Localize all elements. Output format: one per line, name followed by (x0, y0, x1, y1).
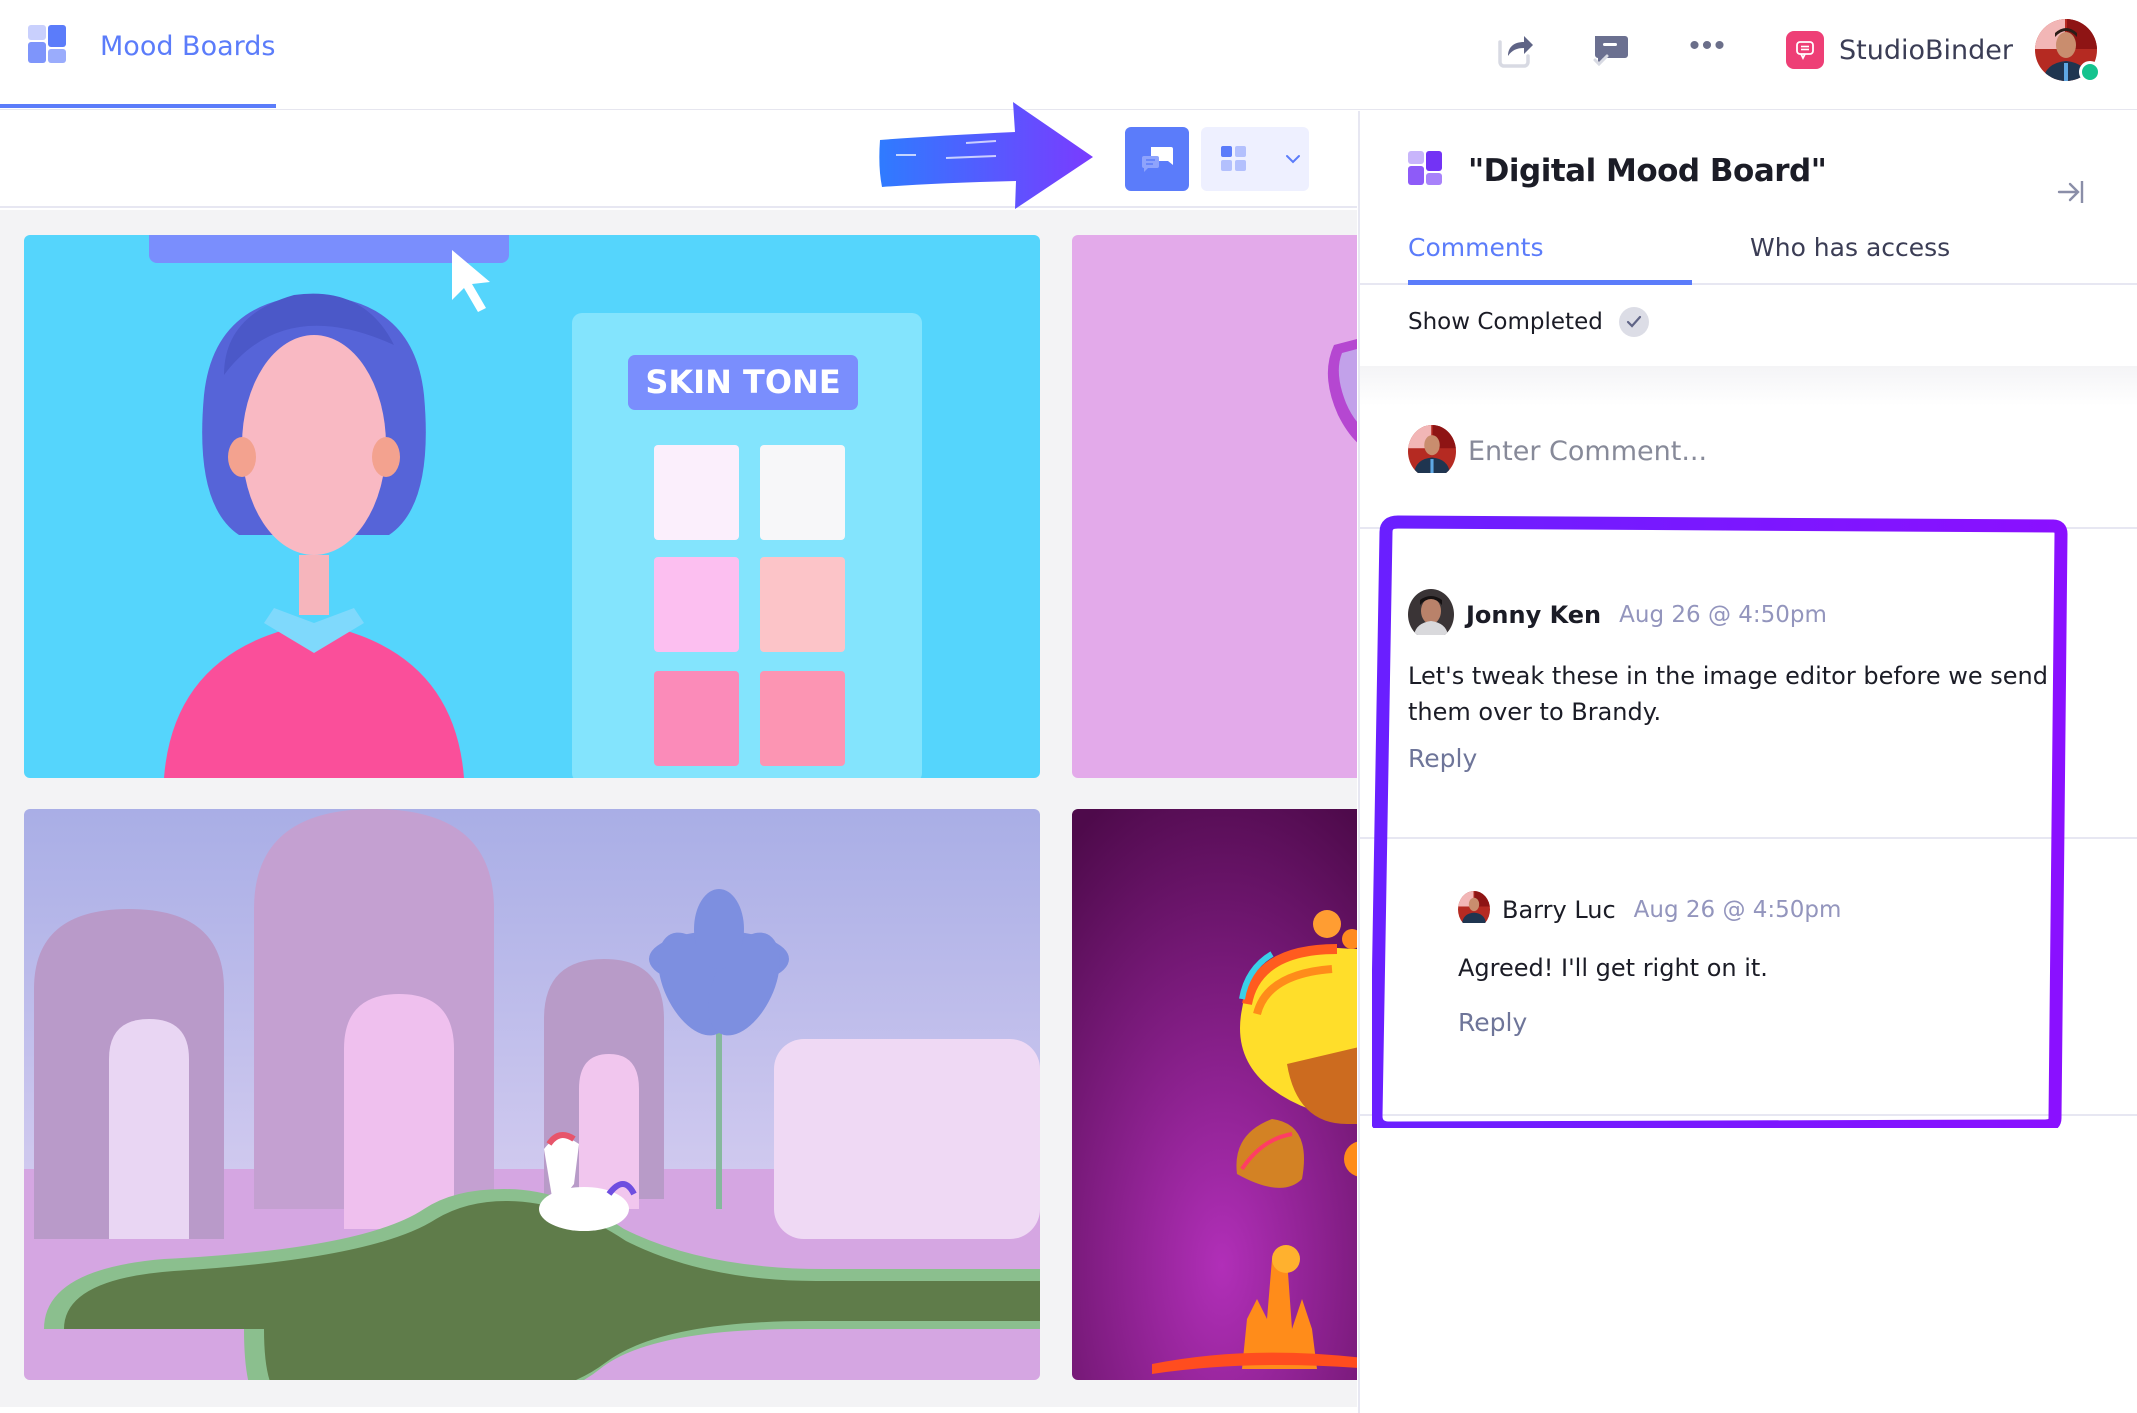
more-options-button[interactable]: ••• (1686, 28, 1730, 72)
comment-input[interactable] (1468, 436, 2068, 467)
mood-board-icon (28, 24, 66, 68)
reply-button[interactable]: Reply (1458, 1008, 1527, 1037)
active-tab-indicator (0, 104, 276, 108)
comment-timestamp: Aug 26 @ 4:50pm (1633, 896, 1842, 923)
comments-icon (1142, 147, 1173, 172)
comments-panel: "Digital Mood Board" Comments Who has ac… (1358, 111, 2137, 1413)
share-icon (1498, 36, 1534, 68)
board-toolbar (0, 111, 1357, 208)
studiobinder-logo-icon (1786, 31, 1825, 69)
new-comment-row (1408, 425, 2108, 478)
comment-author[interactable]: Barry Luc (1502, 896, 1616, 924)
board-title: "Digital Mood Board" (1468, 152, 1827, 189)
comment-timestamp: Aug 26 @ 4:50pm (1619, 601, 1827, 628)
show-completed-label: Show Completed (1408, 309, 1603, 335)
board-image-psychedelic-mushrooms[interactable] (1072, 809, 1357, 1380)
share-button[interactable] (1492, 28, 1536, 72)
resolve-comments-button[interactable] (1589, 28, 1633, 72)
current-user-avatar (1408, 425, 1456, 478)
mood-boards-tab[interactable]: Mood Boards (28, 24, 276, 68)
section-separator (1360, 366, 2137, 406)
divider (1360, 837, 2137, 839)
board-image-pink-abstract[interactable] (1072, 235, 1357, 778)
comment-check-icon (1593, 36, 1629, 67)
workspace-name[interactable]: StudioBinder (1839, 35, 2013, 66)
mood-board-grid: SKIN TONE (0, 210, 1357, 1407)
app-title: Mood Boards (100, 30, 276, 62)
toggle-comments-button[interactable] (1125, 127, 1189, 191)
more-horizontal-icon: ••• (1689, 29, 1727, 62)
reply-button[interactable]: Reply (1408, 744, 1477, 773)
divider (1360, 1114, 2137, 1116)
comment-reply-item: Barry Luc Aug 26 @ 4:50pm Agreed! I'll g… (1458, 891, 2098, 1037)
divider (1360, 527, 2137, 529)
nav-actions: ••• StudioBinder (1492, 19, 2101, 83)
comment-body: Agreed! I'll get right on it. (1458, 954, 1768, 982)
user-avatar[interactable] (2035, 19, 2101, 83)
layout-dropdown-button[interactable] (1201, 127, 1309, 191)
checkmark-icon[interactable] (1618, 307, 1649, 337)
comment-item: Jonny Ken Aug 26 @ 4:50pm Let's tweak th… (1408, 589, 2048, 773)
chevron-down-icon (1286, 155, 1300, 164)
mood-board-icon (1408, 151, 1442, 190)
grid-layout-icon (1221, 146, 1246, 171)
comment-author[interactable]: Jonny Ken (1466, 601, 1601, 629)
panel-tabs: Comments Who has access (1360, 221, 2137, 285)
top-navigation: Mood Boards ••• StudioBinder (0, 0, 2137, 110)
board-image-skin-tone[interactable]: SKIN TONE (24, 235, 1040, 778)
skin-tone-label: SKIN TONE (645, 363, 840, 401)
collapse-right-icon (2057, 181, 2084, 203)
tab-comments[interactable]: Comments (1408, 221, 1692, 285)
comment-body: Let's tweak these in the image editor be… (1408, 662, 2048, 726)
commenter-avatar (1458, 891, 1490, 928)
collapse-panel-button[interactable] (2053, 175, 2087, 209)
annotation-arrow (879, 102, 1093, 209)
commenter-avatar (1408, 589, 1454, 640)
show-completed-toggle[interactable]: Show Completed (1408, 307, 1649, 337)
tab-who-has-access[interactable]: Who has access (1750, 221, 1950, 285)
panel-header: "Digital Mood Board" (1408, 151, 1827, 190)
board-image-arches-pool[interactable] (24, 809, 1040, 1380)
online-status-indicator (2079, 61, 2101, 83)
